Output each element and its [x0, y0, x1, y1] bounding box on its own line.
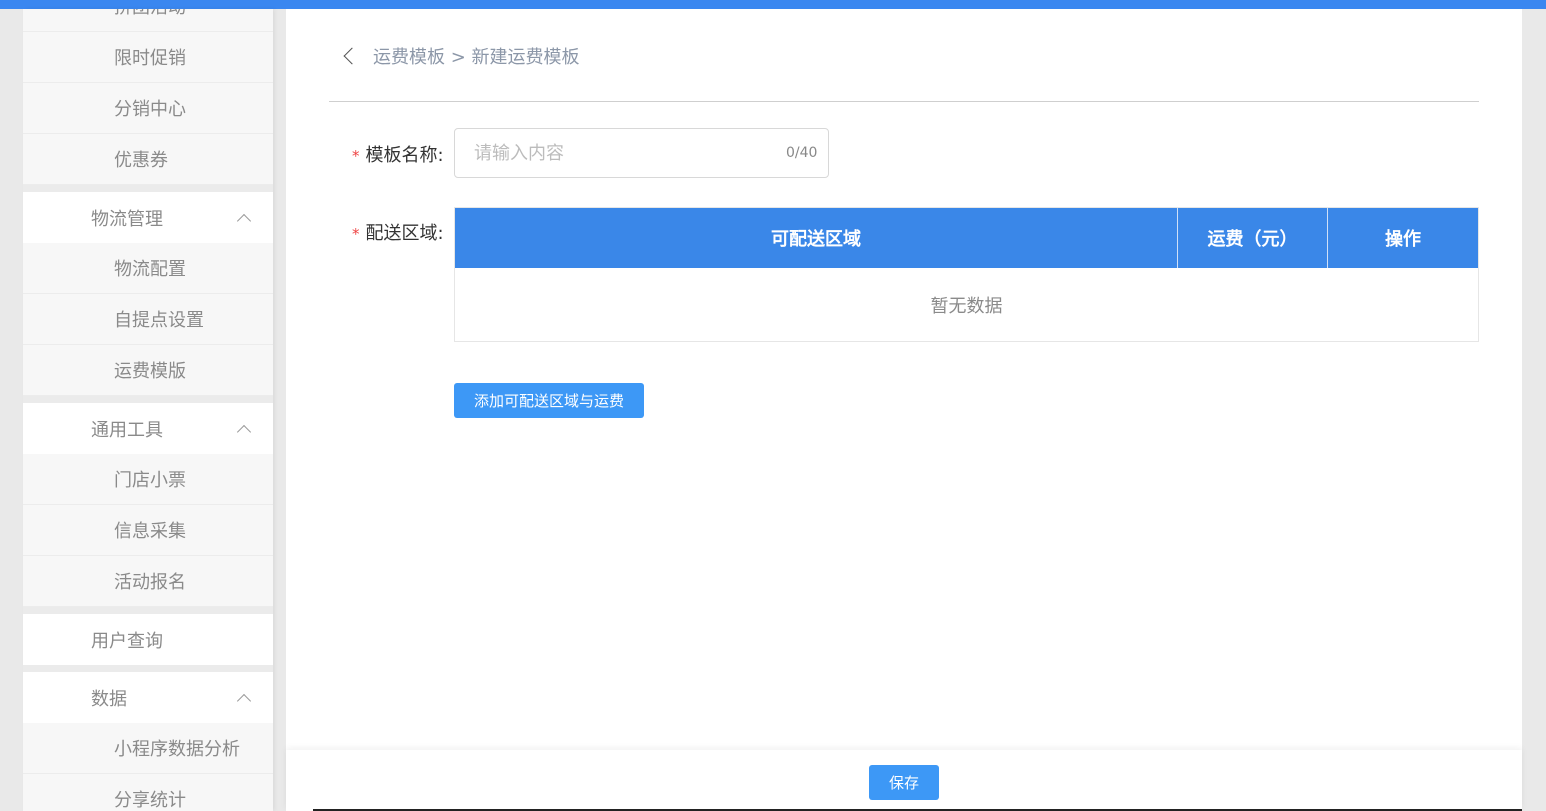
- sidebar-separator: [23, 607, 273, 614]
- sidebar-separator: [23, 396, 273, 403]
- breadcrumb-current: 新建运费模板: [471, 47, 580, 68]
- sidebar-item-event-signup[interactable]: 活动报名: [23, 556, 273, 607]
- sidebar-item-label: 拼团活动: [114, 9, 186, 19]
- sidebar-item-label: 自提点设置: [114, 310, 204, 331]
- sidebar-item-shipping-templates[interactable]: 运费模版: [23, 345, 273, 396]
- sidebar-item-label: 优惠券: [114, 150, 168, 171]
- header-divider: [329, 101, 1479, 102]
- sidebar-separator: [23, 665, 273, 672]
- table-header: 可配送区域 运费（元） 操作: [455, 208, 1478, 268]
- sidebar-group-data[interactable]: 数据: [23, 672, 273, 723]
- delivery-area-table: 可配送区域 运费（元） 操作 暂无数据: [454, 207, 1479, 342]
- template-name-label-text: 模板名称:: [365, 145, 444, 166]
- sidebar-item-logistics-config[interactable]: 物流配置: [23, 243, 273, 294]
- template-name-input[interactable]: [454, 128, 829, 178]
- breadcrumb: 运费模板 > 新建运费模板: [373, 43, 580, 69]
- sidebar-item-label: 门店小票: [114, 470, 186, 491]
- top-bar: [0, 0, 1546, 9]
- required-mark: *: [352, 147, 360, 165]
- column-header-fee: 运费（元）: [1178, 208, 1328, 268]
- sidebar-item-user-query[interactable]: 用户查询: [23, 614, 273, 665]
- sidebar-item-label: 物流配置: [114, 259, 186, 280]
- add-delivery-area-button[interactable]: 添加可配送区域与运费: [454, 383, 644, 418]
- sidebar-item-label: 信息采集: [114, 521, 186, 542]
- breadcrumb-separator: >: [445, 47, 472, 68]
- template-name-label: * 模板名称:: [352, 141, 444, 167]
- sidebar-item-label: 分享统计: [114, 790, 186, 811]
- save-button[interactable]: 保存: [869, 765, 939, 800]
- sidebar-item-distribution[interactable]: 分销中心: [23, 83, 273, 134]
- sidebar-item-group-buy[interactable]: 拼团活动: [23, 9, 273, 32]
- chevron-up-icon: [236, 693, 252, 708]
- sidebar-nav: 拼团活动 限时促销 分销中心 优惠券 物流管理 物流配置 自提点设置 运费模版 …: [23, 9, 273, 811]
- sidebar-item-flash-sale[interactable]: 限时促销: [23, 32, 273, 83]
- sidebar-item-share-stats[interactable]: 分享统计: [23, 774, 273, 811]
- delivery-area-label: * 配送区域:: [352, 219, 444, 245]
- sidebar-item-label: 活动报名: [114, 572, 186, 593]
- sidebar-item-pickup-points[interactable]: 自提点设置: [23, 294, 273, 345]
- chevron-up-icon: [236, 424, 252, 439]
- sidebar-item-info-collection[interactable]: 信息采集: [23, 505, 273, 556]
- breadcrumb-parent[interactable]: 运费模板: [373, 47, 445, 68]
- sidebar-group-logistics[interactable]: 物流管理: [23, 192, 273, 243]
- sidebar-item-miniprogram-analytics[interactable]: 小程序数据分析: [23, 723, 273, 774]
- main-panel: 运费模板 > 新建运费模板 * 模板名称: 0/40 * 配送区域: 可配送区域 运…: [286, 9, 1522, 811]
- column-header-actions: 操作: [1385, 229, 1421, 250]
- sidebar-item-label: 分销中心: [114, 99, 186, 120]
- sidebar-group-label: 物流管理: [91, 208, 163, 230]
- empty-state-text: 暂无数据: [930, 296, 1003, 317]
- char-counter: 0/40: [786, 145, 818, 161]
- column-header-area: 可配送区域: [455, 208, 1178, 268]
- delivery-area-label-text: 配送区域:: [365, 223, 444, 244]
- required-mark: *: [352, 225, 360, 243]
- sidebar-separator: [23, 185, 273, 192]
- sidebar-item-label: 限时促销: [114, 48, 186, 69]
- sidebar-group-label: 数据: [91, 688, 127, 710]
- sidebar-group-tools[interactable]: 通用工具: [23, 403, 273, 454]
- sidebar-item-label: 小程序数据分析: [114, 739, 240, 760]
- footer-bar: 保存: [286, 750, 1522, 811]
- sidebar-item-label: 运费模版: [114, 361, 186, 382]
- sidebar-item-coupon[interactable]: 优惠券: [23, 134, 273, 185]
- back-arrow-icon[interactable]: [343, 47, 361, 65]
- sidebar-group-label: 用户查询: [91, 630, 163, 652]
- sidebar-group-label: 通用工具: [91, 419, 163, 441]
- sidebar-item-store-receipt[interactable]: 门店小票: [23, 454, 273, 505]
- chevron-up-icon: [236, 213, 252, 228]
